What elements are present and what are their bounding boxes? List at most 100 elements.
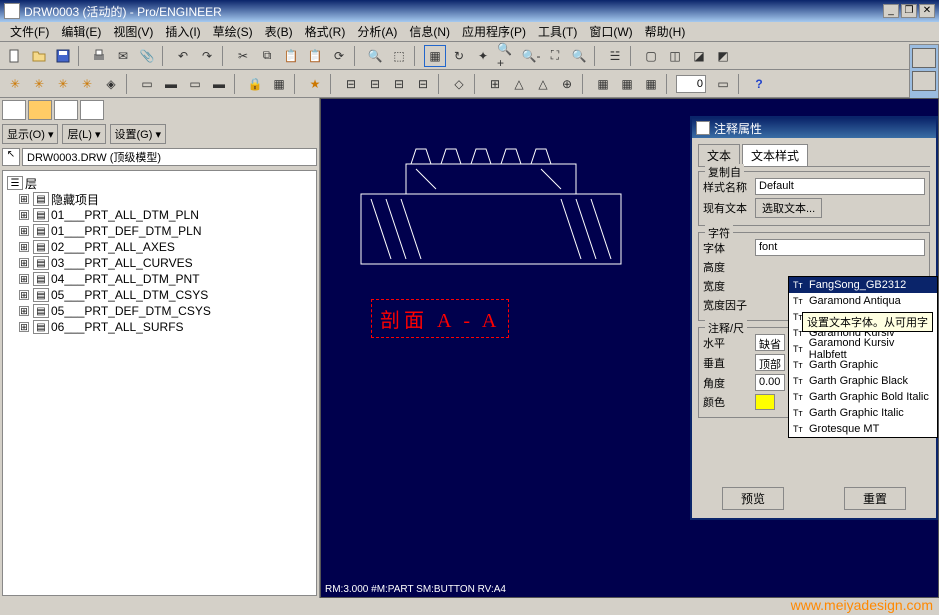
zoom-area-icon[interactable]: 🔍 xyxy=(568,45,590,67)
tree-item[interactable]: 03___PRT_ALL_CURVES xyxy=(51,256,193,270)
stepper-icon[interactable]: ▭ xyxy=(712,73,734,95)
menu-window[interactable]: 窗口(W) xyxy=(583,21,638,42)
note3-icon[interactable]: △ xyxy=(508,73,530,95)
menu-analysis[interactable]: 分析(A) xyxy=(351,21,403,42)
font-option[interactable]: TтGaramond Kursiv Halbfett xyxy=(789,341,937,357)
layer-tree[interactable]: ☰层 ⊞▤隐藏项目 ⊞▤01___PRT_ALL_DTM_PLN ⊞▤01___… xyxy=(2,170,317,596)
dim1-icon[interactable]: ⊟ xyxy=(340,73,362,95)
right-tool-2[interactable] xyxy=(912,71,936,91)
dim2-icon[interactable]: ⊟ xyxy=(364,73,386,95)
font-option[interactable]: TтGrotesque MT xyxy=(789,421,937,437)
tool-c-icon[interactable]: ▭ xyxy=(184,73,206,95)
paste-icon[interactable]: 📋 xyxy=(280,45,302,67)
font-option[interactable]: TтGarth Graphic Bold Italic xyxy=(789,389,937,405)
hidden-icon[interactable]: ◫ xyxy=(664,45,686,67)
dim3-icon[interactable]: ⊟ xyxy=(388,73,410,95)
tree-item[interactable]: 02___PRT_ALL_AXES xyxy=(51,240,175,254)
settings-dropdown[interactable]: 设置(G) ▾ xyxy=(110,124,166,144)
tree-expand[interactable]: ⊞ xyxy=(19,322,29,332)
zoom-in-icon[interactable]: 🔍+ xyxy=(496,45,518,67)
reset-button[interactable]: 重置 xyxy=(844,487,906,510)
table3-icon[interactable]: ▦ xyxy=(640,73,662,95)
show-icon[interactable]: ★ xyxy=(304,73,326,95)
note1-icon[interactable]: ◇ xyxy=(448,73,470,95)
note2-icon[interactable]: ⊞ xyxy=(484,73,506,95)
font-option[interactable]: TтGarth Graphic Black xyxy=(789,373,937,389)
tree-item[interactable]: 05___PRT_DEF_DTM_CSYS xyxy=(51,304,211,318)
tab-text-style[interactable]: 文本样式 xyxy=(742,144,808,166)
tool-d-icon[interactable]: ▬ xyxy=(208,73,230,95)
color-swatch[interactable] xyxy=(755,394,775,410)
tree-expand[interactable]: ⊞ xyxy=(19,274,29,284)
tab-text[interactable]: 文本 xyxy=(698,144,740,166)
tree-expand[interactable]: ⊞ xyxy=(19,306,29,316)
style-name-value[interactable]: Default xyxy=(755,178,925,195)
tree-expand[interactable]: ⊞ xyxy=(19,210,29,220)
menu-file[interactable]: 文件(F) xyxy=(4,21,55,42)
right-tool-1[interactable] xyxy=(912,48,936,68)
menu-edit[interactable]: 编辑(E) xyxy=(55,21,107,42)
table2-icon[interactable]: ▦ xyxy=(616,73,638,95)
surf-icon[interactable]: ◈ xyxy=(100,73,122,95)
lock-icon[interactable]: 🔒 xyxy=(244,73,266,95)
paste-special-icon[interactable]: 📋 xyxy=(304,45,326,67)
menu-insert[interactable]: 插入(I) xyxy=(159,21,206,42)
font-combobox[interactable]: font xyxy=(755,239,925,256)
menu-view[interactable]: 视图(V) xyxy=(107,21,159,42)
layer-icon[interactable]: ☱ xyxy=(604,45,626,67)
wireframe-icon[interactable]: ▢ xyxy=(640,45,662,67)
find-icon[interactable]: 🔍 xyxy=(364,45,386,67)
minimize-button[interactable]: _ xyxy=(883,4,899,18)
regenerate-icon[interactable]: ⟳ xyxy=(328,45,350,67)
display-dropdown[interactable]: 显示(O) ▾ xyxy=(2,124,58,144)
tree-item[interactable]: 05___PRT_ALL_DTM_CSYS xyxy=(51,288,208,302)
dim4-icon[interactable]: ⊟ xyxy=(412,73,434,95)
menu-format[interactable]: 格式(R) xyxy=(299,21,352,42)
attach-icon[interactable]: 📎 xyxy=(136,45,158,67)
maximize-button[interactable]: ❐ xyxy=(901,4,917,18)
note5-icon[interactable]: ⊕ xyxy=(556,73,578,95)
zoom-out-icon[interactable]: 🔍- xyxy=(520,45,542,67)
dtm-point-icon[interactable]: ✳ xyxy=(52,73,74,95)
tree-expand[interactable]: ⊞ xyxy=(19,290,29,300)
dtm-csys-icon[interactable]: ✳ xyxy=(76,73,98,95)
tree-item[interactable]: 01___PRT_ALL_DTM_PLN xyxy=(51,208,199,222)
undo-icon[interactable]: ↶ xyxy=(172,45,194,67)
menu-info[interactable]: 信息(N) xyxy=(403,21,456,42)
tree-expand[interactable]: ⊞ xyxy=(19,226,29,236)
select-text-button[interactable]: 选取文本... xyxy=(755,198,822,218)
tool-a-icon[interactable]: ▭ xyxy=(136,73,158,95)
dtm-axis-icon[interactable]: ✳ xyxy=(28,73,50,95)
horiz-value[interactable]: 缺省 xyxy=(755,334,785,351)
section-annotation[interactable]: 剖面 A - A xyxy=(371,299,509,338)
grid-icon[interactable]: ▦ xyxy=(268,73,290,95)
sidetab-3[interactable] xyxy=(54,100,78,120)
refit-icon[interactable]: ⛶ xyxy=(544,45,566,67)
orient-icon[interactable]: ✦ xyxy=(472,45,494,67)
font-dropdown-list[interactable]: TтFangSong_GB2312 TтGaramond Antiqua TтG… xyxy=(788,276,938,438)
tool-b-icon[interactable]: ▬ xyxy=(160,73,182,95)
preview-button[interactable]: 预览 xyxy=(722,487,784,510)
menu-app[interactable]: 应用程序(P) xyxy=(456,21,532,42)
print-icon[interactable] xyxy=(88,45,110,67)
help-icon[interactable]: ? xyxy=(748,73,770,95)
tree-item[interactable]: 01___PRT_DEF_DTM_PLN xyxy=(51,224,202,238)
dialog-titlebar[interactable]: 注释属性 xyxy=(692,118,936,138)
tree-expand[interactable]: ⊞ xyxy=(19,258,29,268)
redo-icon[interactable]: ↷ xyxy=(196,45,218,67)
select-icon[interactable]: ⬚ xyxy=(388,45,410,67)
spin-icon[interactable]: ↻ xyxy=(448,45,470,67)
email-icon[interactable]: ✉ xyxy=(112,45,134,67)
font-option[interactable]: TтGaramond Antiqua xyxy=(789,293,937,309)
angle-value[interactable]: 0.00 xyxy=(755,374,785,391)
sidetab-2[interactable] xyxy=(28,100,52,120)
scale-input[interactable] xyxy=(676,75,706,93)
save-icon[interactable] xyxy=(52,45,74,67)
model-select-input[interactable] xyxy=(22,148,317,166)
shaded-icon[interactable]: ◩ xyxy=(712,45,734,67)
dtm-plane-icon[interactable]: ✳ xyxy=(4,73,26,95)
copy-icon[interactable]: ⧉ xyxy=(256,45,278,67)
table1-icon[interactable]: ▦ xyxy=(592,73,614,95)
note4-icon[interactable]: △ xyxy=(532,73,554,95)
close-button[interactable]: ✕ xyxy=(919,4,935,18)
